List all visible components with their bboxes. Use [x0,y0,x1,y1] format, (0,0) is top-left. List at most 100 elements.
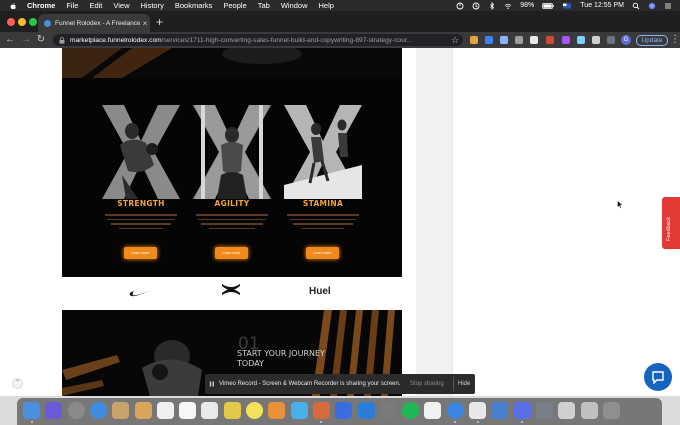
learn-more-button-strength[interactable]: Learn more [124,247,157,259]
card-description-strength [102,214,180,232]
apple-icon[interactable] [9,2,17,10]
url-host: marketplace.funnelrolodex.com [70,36,162,44]
dock-running-indicator [521,421,524,423]
extension-icon-1[interactable] [470,36,478,44]
menu-view[interactable]: View [113,1,129,10]
dock-app-icon[interactable] [112,402,130,419]
dock-app-icon[interactable] [513,402,531,419]
tab-close-icon[interactable]: × [140,19,150,28]
dock-app-icon[interactable] [446,402,464,419]
flag-icon[interactable] [562,2,572,10]
menu-history[interactable]: History [141,1,164,10]
hero-section: STRENGTH Learn more AGILITY Learn more S… [62,48,402,277]
dock-running-indicator [320,421,323,423]
dock-app-icon[interactable] [89,402,107,419]
scroll-to-top-icon[interactable]: ⌃ [12,378,23,389]
time-machine-icon[interactable] [472,2,480,10]
dock-app-icon[interactable] [290,402,308,419]
dock-app-icon[interactable] [558,402,576,419]
menu-help[interactable]: Help [319,1,334,10]
learn-more-button-stamina[interactable]: Learn more [306,247,339,259]
stamina-image [284,105,362,199]
battery-percent[interactable]: 98% [520,2,534,9]
chat-bubble-icon [652,371,664,384]
extension-icon-7[interactable] [562,36,570,44]
dock-app-icon[interactable] [23,402,40,419]
dock-app-icon[interactable] [67,402,85,419]
dock-app-icon[interactable] [602,402,620,419]
new-tab-button[interactable]: + [156,15,163,29]
dock-app-icon[interactable] [424,402,442,419]
menu-tab[interactable]: Tab [258,1,270,10]
dock-running-indicator [454,421,457,423]
extension-icon-4[interactable] [515,36,523,44]
macos-dock [17,398,662,425]
battery-icon[interactable] [542,2,554,10]
window-minimize-button[interactable] [18,18,26,26]
url-path: /services/1711-high-converting-sales-fun… [161,36,413,44]
menu-app-name[interactable]: Chrome [27,1,55,10]
brand-logos-strip: Huel [62,277,402,310]
dock-app-icon[interactable] [379,402,397,419]
menu-people[interactable]: People [223,1,246,10]
bluetooth-icon[interactable] [488,1,496,10]
page-right-panel [453,48,680,396]
power-icon[interactable] [456,2,464,10]
pause-icon [209,381,214,387]
dock-app-icon[interactable] [201,402,219,419]
back-button[interactable]: ← [4,34,16,46]
nike-logo [129,290,152,297]
extensions-puzzle-icon[interactable] [592,36,600,44]
dock-app-icon[interactable] [402,402,420,419]
page-left-margin [0,48,48,396]
dock-app-icon[interactable] [535,402,553,419]
dock-app-icon[interactable] [491,402,509,419]
update-button[interactable]: Update [636,35,668,46]
reload-button[interactable]: ↻ [35,34,47,46]
dock-app-icon[interactable] [335,402,353,419]
window-zoom-button[interactable] [29,18,37,26]
dock-app-icon[interactable] [312,402,330,419]
chrome-menu-icon[interactable]: ⋮ [669,34,680,46]
extension-icon-5[interactable] [530,36,538,44]
dock-app-icon[interactable] [246,402,263,419]
extension-icon-6[interactable] [546,36,554,44]
browser-tab-active[interactable]: Funnel Rolodex - A Freelance × [38,14,150,32]
profile-avatar[interactable]: G [621,35,631,45]
wifi-icon[interactable] [504,2,512,10]
dock-app-icon[interactable] [179,402,197,419]
extension-icon-8[interactable] [577,36,585,44]
extension-icon-3[interactable] [500,36,508,44]
web-page: STRENGTH Learn more AGILITY Learn more S… [0,48,680,396]
dock-app-icon[interactable] [580,402,598,419]
dock-app-icon[interactable] [268,402,286,419]
menu-window[interactable]: Window [281,1,308,10]
dock-app-icon[interactable] [223,402,241,419]
feedback-tab[interactable]: Feedback [662,197,680,249]
extension-icon-2[interactable] [485,36,493,44]
dock-app-icon[interactable] [134,402,152,419]
menu-edit[interactable]: Edit [89,1,102,10]
siri-icon[interactable] [648,2,656,10]
chat-widget-button[interactable] [644,363,672,391]
spotlight-search-icon[interactable] [632,2,640,10]
extension-icon-9[interactable] [607,36,615,44]
menu-file[interactable]: File [66,1,78,10]
bookmark-star-icon[interactable]: ☆ [449,34,461,46]
window-close-button[interactable] [7,18,15,26]
address-bar[interactable]: marketplace.funnelrolodex.com/services/1… [53,34,463,46]
menu-bar-clock[interactable]: Tue 12:55 PM [580,2,624,9]
learn-more-button-agility[interactable]: Learn more [215,247,248,259]
notification-center-icon[interactable] [664,2,672,10]
lock-icon[interactable] [59,36,65,44]
dock-app-icon[interactable] [156,402,174,419]
dock-app-icon[interactable] [45,402,63,419]
under-armour-logo [222,284,240,295]
dock-app-icon[interactable] [469,402,486,419]
sharing-bar-divider [453,377,454,391]
stop-sharing-button[interactable]: Stop sharing [410,381,444,387]
dock-app-icon[interactable] [357,402,375,419]
forward-button[interactable]: → [20,34,32,46]
menu-bookmarks[interactable]: Bookmarks [175,1,213,10]
hide-sharing-bar-button[interactable]: Hide [458,381,470,387]
